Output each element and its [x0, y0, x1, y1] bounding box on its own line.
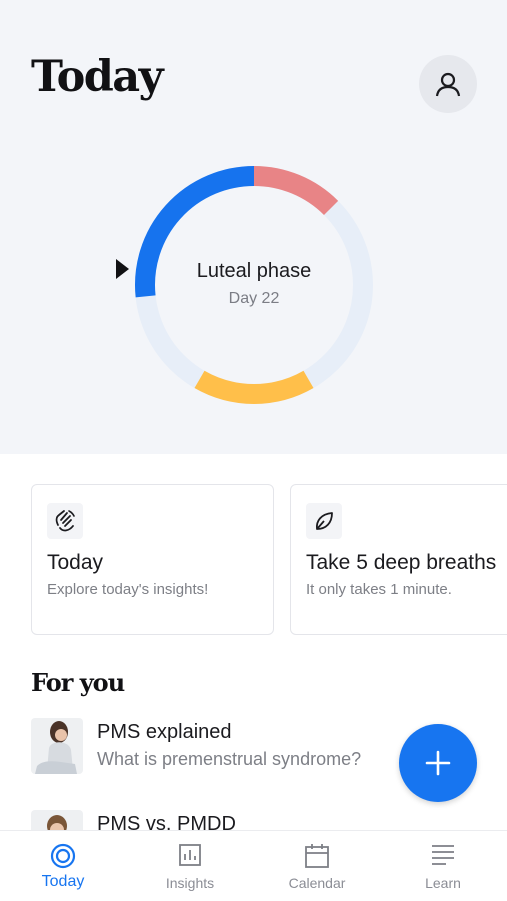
- tab-calendar[interactable]: Calendar: [254, 831, 380, 901]
- plus-icon: [425, 750, 451, 776]
- tab-label: Learn: [425, 875, 461, 891]
- cycle-arc-fertile: [253, 166, 339, 216]
- cycle-phase-name: Luteal phase: [196, 260, 312, 282]
- tab-today[interactable]: Today: [0, 831, 126, 901]
- tab-label: Insights: [165, 875, 215, 891]
- card-today[interactable]: Today Explore today's insights!: [31, 484, 274, 635]
- person-icon: [435, 72, 461, 97]
- profile-button[interactable]: [419, 55, 477, 113]
- cycle-ring[interactable]: [129, 160, 379, 410]
- article-subtitle: What is premenstrual syndrome?: [97, 749, 362, 769]
- card-breathing[interactable]: Take 5 deep breaths It only takes 1 minu…: [290, 484, 507, 635]
- waving-hand-icon: [47, 503, 83, 539]
- lines-icon: [432, 845, 454, 865]
- card-title: Today: [47, 551, 104, 574]
- tab-insights[interactable]: Insights: [127, 831, 253, 901]
- chart-icon: [179, 844, 201, 866]
- calendar-icon: [305, 844, 329, 868]
- add-log-button[interactable]: [399, 724, 477, 802]
- card-subtitle: Explore today's insights!: [47, 581, 209, 598]
- ring-icon: [50, 843, 76, 869]
- bottom-tab-bar: Today Insights Calendar Learn: [0, 830, 507, 901]
- tab-learn[interactable]: Learn: [380, 831, 506, 901]
- article-title: PMS explained: [97, 721, 232, 743]
- tab-label: Today: [41, 873, 85, 890]
- cycle-day: Day 22: [228, 290, 280, 307]
- tab-label: Calendar: [288, 875, 346, 891]
- leaf-icon: [306, 503, 342, 539]
- page-title: Today: [31, 52, 164, 102]
- card-title: Take 5 deep breaths: [306, 551, 497, 574]
- section-title-for-you: For you: [31, 668, 125, 697]
- cycle-arc-pms: [194, 370, 314, 404]
- article-thumbnail: [31, 718, 83, 774]
- card-subtitle: It only takes 1 minute.: [306, 581, 452, 598]
